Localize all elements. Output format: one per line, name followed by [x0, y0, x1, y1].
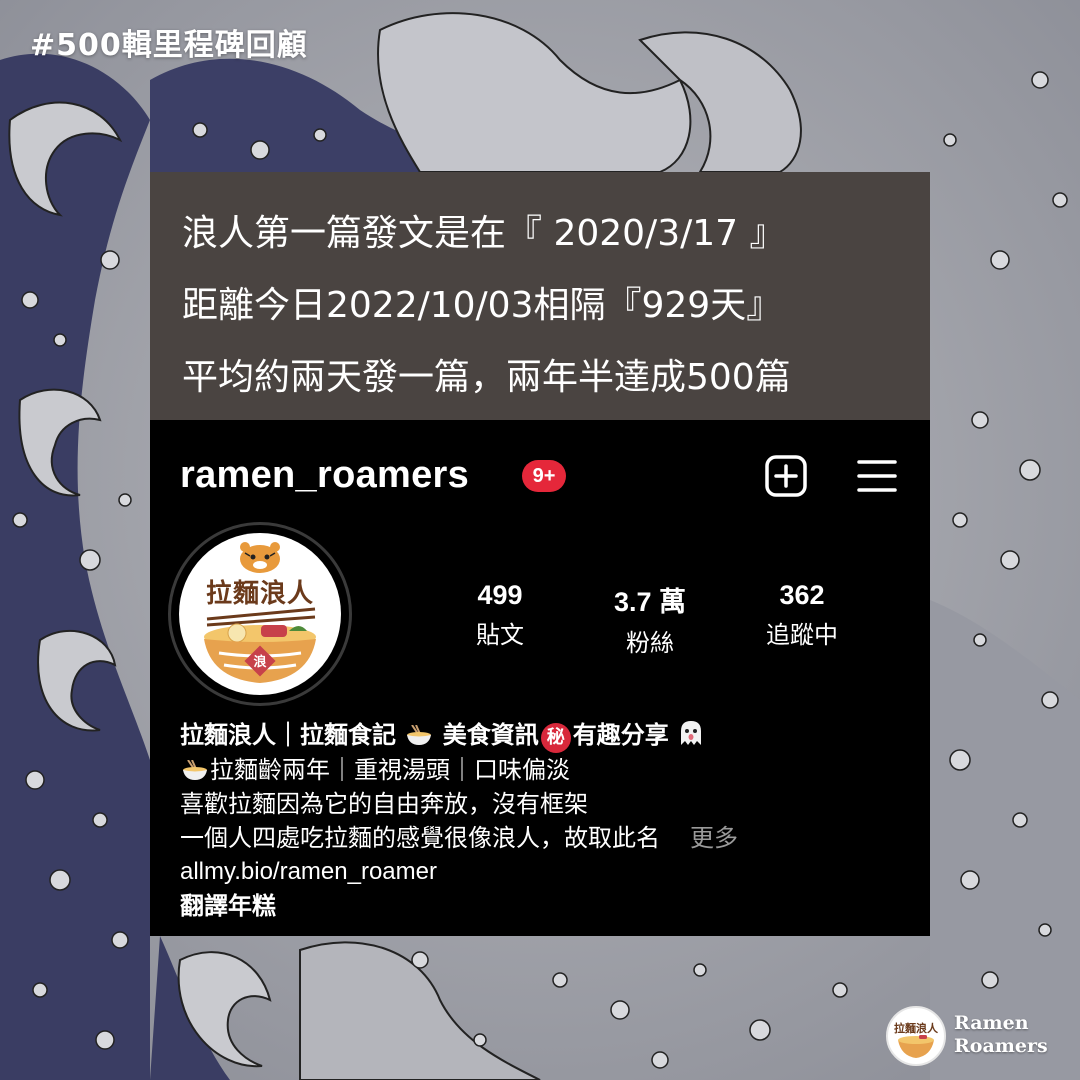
hamburger-menu-icon[interactable]	[856, 456, 898, 496]
profile-bio: 拉麵浪人｜拉麵食記 美食資訊秘有趣分享 拉麵齡兩年｜重視湯頭｜口味偏淡 喜歡拉麵…	[180, 718, 900, 923]
secret-badge-icon: 秘	[540, 723, 571, 753]
bio-line-4-text: 一個人四處吃拉麵的感覺很像浪人，故取此名	[180, 824, 660, 852]
stat-posts[interactable]: 499 貼文	[430, 580, 570, 650]
bio-line-4: 一個人四處吃拉麵的感覺很像浪人，故取此名 更多	[180, 821, 900, 855]
more-link[interactable]: 更多	[690, 824, 738, 852]
ramen-bowl-icon	[407, 725, 432, 745]
ramen-bowl-icon	[183, 760, 207, 780]
bio-line-3: 喜歡拉麵因為它的自由奔放，沒有框架	[180, 790, 588, 818]
instagram-profile-card: ramen_roamers 9+ 拉麵浪人 浪 499 貼文 3.7 萬 粉絲 …	[150, 420, 930, 936]
brand-name-line-2: Roamers	[954, 1035, 1048, 1057]
stat-followers-count: 3.7 萬	[613, 587, 687, 617]
caption-line-first-post: 浪人第一篇發文是在『 2020/3/17 』	[182, 213, 786, 254]
hashtag-title: #500輯里程碑回顧	[30, 28, 308, 63]
stat-posts-label: 貼文	[476, 621, 524, 649]
caption-line-days: 距離今日2022/10/03相隔『929天』	[182, 285, 783, 326]
profile-username[interactable]: ramen_roamers	[180, 454, 469, 497]
stat-followers[interactable]: 3.7 萬 粉絲	[580, 580, 720, 658]
notification-badge[interactable]: 9+	[522, 460, 566, 492]
bio-link[interactable]: allmy.bio/ramen_roamer	[180, 855, 900, 889]
bio-title-part-1: 拉麵浪人｜拉麵食記	[180, 721, 396, 749]
bio-title-part-3: 有趣分享	[572, 721, 669, 749]
stat-following-label: 追蹤中	[766, 621, 838, 649]
stat-following[interactable]: 362 追蹤中	[732, 580, 872, 650]
ghost-icon	[681, 721, 702, 745]
stat-followers-label: 粉絲	[626, 629, 674, 657]
bio-line-2: 拉麵齡兩年｜重視湯頭｜口味偏淡	[180, 753, 900, 787]
ramen-bowl-logo-icon	[898, 1035, 934, 1058]
profile-stats: 499 貼文 3.7 萬 粉絲 362 追蹤中	[430, 580, 850, 657]
bio-line-2-text: 拉麵齡兩年｜重視湯頭｜口味偏淡	[210, 756, 570, 784]
avatar[interactable]: 拉麵浪人 浪	[179, 533, 341, 695]
plus-square-icon[interactable]	[764, 454, 808, 498]
tiger-mascot-icon	[204, 542, 316, 683]
brand-name-line-1: Ramen	[954, 1012, 1029, 1034]
brand-name: Ramen Roamers	[954, 1012, 1048, 1058]
translate-button[interactable]: 翻譯年糕	[180, 889, 900, 923]
stat-following-count: 362	[779, 580, 825, 610]
bio-title-line: 拉麵浪人｜拉麵食記 美食資訊秘有趣分享	[180, 718, 900, 753]
caption-box: 浪人第一篇發文是在『 2020/3/17 』 距離今日2022/10/03相隔『…	[150, 172, 930, 420]
brand-logo: 拉麵浪人	[886, 1006, 946, 1066]
avatar-seal-text: 浪	[253, 655, 267, 670]
brand-watermark: 拉麵浪人 Ramen Roamers	[886, 1004, 1066, 1068]
stat-posts-count: 499	[477, 580, 523, 610]
bio-title-part-2: 美食資訊	[434, 721, 539, 749]
profile-avatar-ring[interactable]: 拉麵浪人 浪	[168, 522, 352, 706]
avatar-logo-text: 拉麵浪人	[205, 579, 314, 609]
caption-line-average: 平均約兩天發一篇，兩年半達成500篇	[182, 357, 791, 398]
